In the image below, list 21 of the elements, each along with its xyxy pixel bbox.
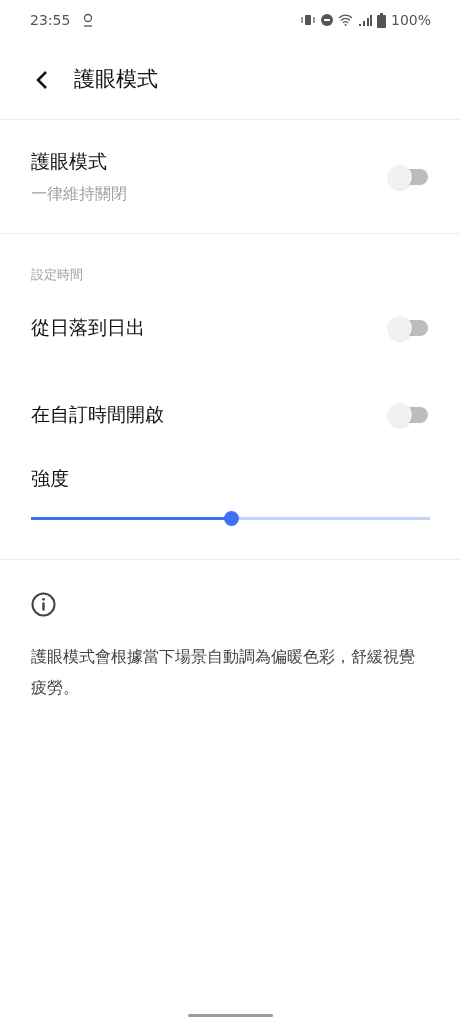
status-time: 23:55 bbox=[30, 10, 71, 30]
setting-subtitle: 一律維持關閉 bbox=[31, 182, 127, 205]
toggle-switch[interactable] bbox=[388, 315, 430, 340]
vibrate-icon bbox=[299, 14, 316, 26]
do-not-disturb-icon bbox=[320, 14, 333, 26]
setting-title: 從日落到日出 bbox=[31, 315, 145, 341]
setting-title: 強度 bbox=[31, 467, 69, 489]
battery-percent: 100% bbox=[390, 10, 431, 30]
signal-icon bbox=[357, 14, 372, 26]
info-text: 護眼模式會根據當下場景自動調為偏暖色彩，舒緩視覺疲勞。 bbox=[31, 645, 416, 699]
battery-icon bbox=[376, 12, 386, 28]
intensity-slider[interactable] bbox=[31, 510, 430, 527]
wifi-icon bbox=[337, 14, 353, 26]
toggle-switch[interactable] bbox=[388, 402, 430, 427]
page-title: 護眼模式 bbox=[74, 65, 158, 93]
location-icon bbox=[82, 13, 95, 27]
toggle-switch[interactable] bbox=[388, 164, 430, 189]
setting-title: 在自訂時間開啟 bbox=[31, 402, 164, 428]
section-label: 設定時間 bbox=[31, 265, 83, 284]
setting-title: 護眼模式 bbox=[31, 149, 108, 175]
info-icon bbox=[31, 591, 56, 617]
